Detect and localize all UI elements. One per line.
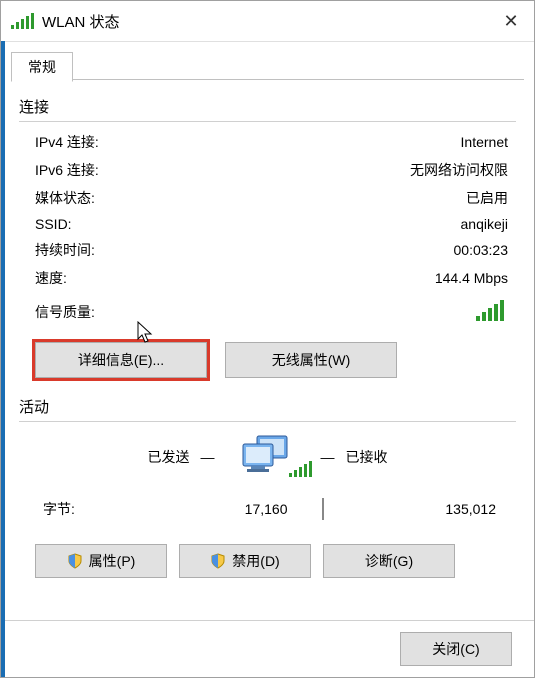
tab-general-label: 常规	[28, 57, 56, 77]
window-title: WLAN 状态	[42, 11, 488, 32]
separator	[322, 498, 324, 520]
wifi-signal-icon	[11, 13, 34, 29]
ipv4-label: IPv4 连接:	[35, 132, 195, 152]
network-computers-icon	[218, 434, 318, 480]
wifi-signal-icon	[289, 461, 312, 480]
wireless-properties-button[interactable]: 无线属性(W)	[225, 342, 397, 378]
wifi-signal-icon	[476, 300, 516, 324]
row-media: 媒体状态: 已启用	[19, 184, 516, 212]
wireless-properties-button-label: 无线属性(W)	[272, 350, 351, 370]
ipv4-value: Internet	[195, 134, 516, 150]
row-duration: 持续时间: 00:03:23	[19, 236, 516, 264]
activity-header: 已发送 —	[19, 428, 516, 490]
ssid-value: anqikeji	[195, 216, 516, 232]
disable-button-label: 禁用(D)	[232, 551, 279, 571]
sent-label: 已发送	[31, 447, 198, 467]
ipv6-value: 无网络访问权限	[195, 160, 516, 180]
footer: 关闭(C)	[1, 620, 534, 677]
details-button[interactable]: 详细信息(E)...	[35, 342, 207, 378]
bytes-row: 字节: 17,160 135,012	[19, 490, 516, 528]
properties-button[interactable]: 属性(P)	[35, 544, 167, 578]
close-button-label: 关闭(C)	[432, 639, 479, 659]
received-label: 已接收	[338, 447, 505, 467]
row-ipv4: IPv4 连接: Internet	[19, 128, 516, 156]
duration-label: 持续时间:	[35, 240, 195, 260]
media-value: 已启用	[195, 188, 516, 208]
tab-bar: 常规	[11, 52, 524, 80]
bytes-sent-value: 17,160	[123, 501, 314, 517]
ssid-label: SSID:	[35, 216, 195, 232]
divider	[19, 121, 516, 122]
tab-general[interactable]: 常规	[11, 52, 73, 82]
divider	[19, 421, 516, 422]
dash-left: —	[198, 449, 218, 465]
properties-button-label: 属性(P)	[89, 551, 136, 571]
diagnose-button-label: 诊断(G)	[365, 551, 413, 571]
shield-icon	[67, 553, 83, 569]
close-icon[interactable]: ✕	[488, 11, 534, 32]
speed-label: 速度:	[35, 268, 195, 288]
titlebar: WLAN 状态 ✕	[1, 1, 534, 42]
media-label: 媒体状态:	[35, 188, 195, 208]
close-button[interactable]: 关闭(C)	[400, 632, 512, 666]
bytes-recv-value: 135,012	[332, 501, 505, 517]
row-signal: 信号质量:	[19, 292, 516, 328]
diagnose-button[interactable]: 诊断(G)	[323, 544, 455, 578]
disable-button[interactable]: 禁用(D)	[179, 544, 311, 578]
row-speed: 速度: 144.4 Mbps	[19, 264, 516, 292]
bytes-label: 字节:	[43, 499, 123, 519]
row-ipv6: IPv6 连接: 无网络访问权限	[19, 156, 516, 184]
duration-value: 00:03:23	[195, 242, 516, 258]
section-connection-title: 连接	[19, 96, 516, 117]
shield-icon	[210, 553, 226, 569]
row-ssid: SSID: anqikeji	[19, 212, 516, 236]
section-activity-title: 活动	[19, 396, 516, 417]
signal-label: 信号质量:	[35, 302, 476, 322]
wlan-status-window: WLAN 状态 ✕ 常规 连接 IPv4 连接: Internet IPv6 连…	[0, 0, 535, 678]
speed-value: 144.4 Mbps	[195, 270, 516, 286]
dash-right: —	[318, 449, 338, 465]
details-button-label: 详细信息(E)...	[78, 350, 164, 370]
ipv6-label: IPv6 连接:	[35, 160, 195, 180]
